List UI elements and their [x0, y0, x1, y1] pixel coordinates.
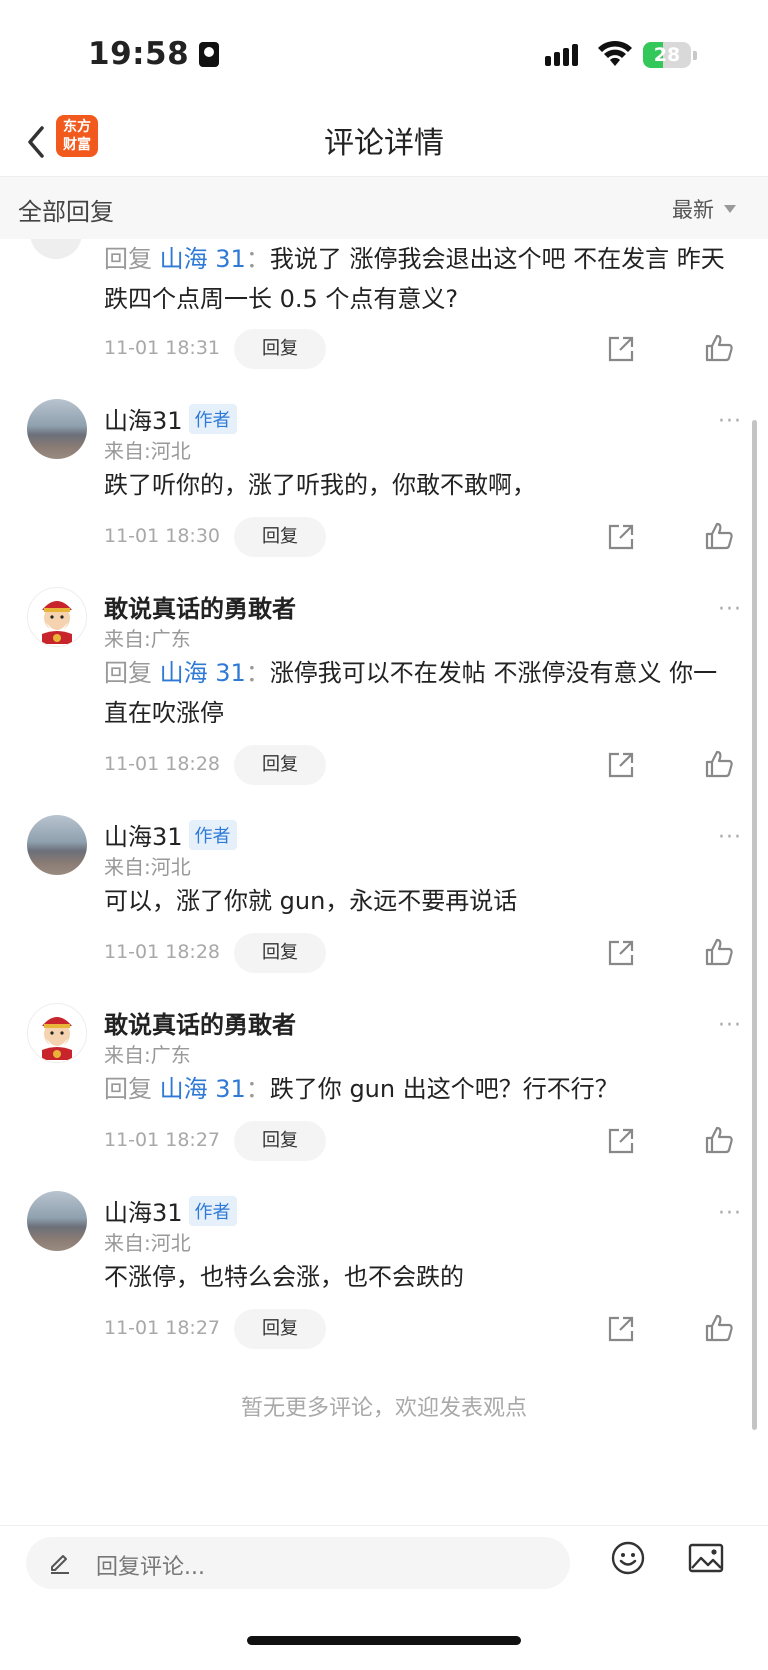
- reply-input-placeholder: 回复评论...: [96, 1555, 205, 1580]
- share-icon[interactable]: [606, 1126, 636, 1156]
- like-icon[interactable]: [704, 937, 734, 967]
- comment-date: 11-01 18:28: [104, 753, 221, 775]
- avatar[interactable]: [27, 1191, 87, 1251]
- comment-date: 11-01 18:27: [104, 1129, 221, 1151]
- status-time: 19:58: [88, 36, 220, 72]
- share-icon[interactable]: [606, 522, 636, 552]
- reply-target-link[interactable]: 山海 31: [160, 1075, 246, 1103]
- comment-text: 可以，涨了你就 gun，永远不要再说话: [104, 887, 518, 915]
- reply-button[interactable]: 回复: [234, 1121, 326, 1161]
- reply-input[interactable]: 回复评论...: [26, 1537, 570, 1589]
- comment-location: 来自:广东: [104, 627, 191, 651]
- no-more-comments-note: 暂无更多评论，欢迎发表观点: [240, 1396, 527, 1421]
- cartoon-avatar-icon: [42, 601, 72, 644]
- more-icon[interactable]: ···: [718, 409, 742, 434]
- more-icon[interactable]: ···: [718, 825, 742, 850]
- author-badge: 作者: [188, 819, 237, 850]
- avatar: [30, 239, 82, 259]
- reply-target-link[interactable]: 山海 31: [160, 659, 246, 687]
- comment-list[interactable]: 回复 山海 31：我说了 涨停我会退出这个吧 不在发言 昨天跌四个点周一长 0.…: [0, 239, 768, 1524]
- bottom-bar: 回复评论...: [0, 1525, 768, 1670]
- like-icon[interactable]: [704, 749, 734, 779]
- comment-meta: 11-01 18:28 回复: [104, 933, 744, 975]
- page-title: 评论详情: [324, 126, 444, 161]
- comment-username[interactable]: 山海31 作者: [104, 817, 237, 852]
- reply-button[interactable]: 回复: [234, 933, 326, 973]
- reply-target-link[interactable]: 山海 31: [160, 245, 246, 273]
- comment-meta: 11-01 18:28 回复: [104, 745, 744, 787]
- filter-bar: 全部回复 最新: [0, 177, 768, 239]
- scrollbar[interactable]: [752, 420, 757, 1430]
- comment-username[interactable]: 山海31 作者: [104, 1193, 237, 1228]
- reply-button[interactable]: 回复: [234, 517, 326, 557]
- cartoon-avatar-icon: [42, 1017, 72, 1060]
- like-icon[interactable]: [704, 1313, 734, 1343]
- more-icon[interactable]: ···: [718, 1013, 742, 1038]
- image-icon[interactable]: [688, 1542, 724, 1574]
- emoji-icon[interactable]: [610, 1540, 646, 1576]
- like-icon[interactable]: [704, 521, 734, 551]
- comment-meta: 11-01 18:27 回复: [104, 1121, 744, 1163]
- share-icon[interactable]: [606, 938, 636, 968]
- wifi-icon: [598, 40, 632, 66]
- comment-username[interactable]: 山海31 作者: [104, 401, 237, 436]
- comment-meta: 11-01 18:30 回复: [104, 517, 744, 559]
- chevron-down-icon: [724, 205, 736, 213]
- more-icon[interactable]: ···: [718, 597, 742, 622]
- status-bar: 19:58 28: [0, 0, 768, 110]
- comment-date: 11-01 18:27: [104, 1317, 221, 1339]
- id-card-icon: [199, 41, 220, 67]
- comment-location: 来自:广东: [104, 1043, 191, 1067]
- comment-text: 跌了听你的，涨了听我的，你敢不敢啊，: [104, 471, 536, 499]
- comment-text: 回复 山海 31：涨停我可以不在发帖 不涨停没有意义 你一直在吹涨停: [104, 659, 718, 727]
- signal-icon: [545, 44, 578, 66]
- comment-username[interactable]: 敢说真话的勇敢者: [104, 589, 296, 624]
- comment-text: 回复 山海 31：跌了你 gun 出这个吧？行不行？: [104, 1075, 619, 1103]
- share-icon[interactable]: [606, 1314, 636, 1344]
- comment-text: 回复 山海 31：我说了 涨停我会退出这个吧 不在发言 昨天跌四个点周一长 0.…: [104, 245, 725, 313]
- comment-location: 来自:河北: [104, 1231, 191, 1255]
- avatar[interactable]: [27, 587, 87, 647]
- share-icon[interactable]: [606, 750, 636, 780]
- share-icon[interactable]: [606, 334, 636, 364]
- comment-date: 11-01 18:31: [104, 337, 221, 359]
- reply-button[interactable]: 回复: [234, 1309, 326, 1349]
- comment-date: 11-01 18:30: [104, 525, 221, 547]
- home-indicator: [247, 1636, 521, 1645]
- comment-meta: 11-01 18:31 回复: [104, 329, 744, 371]
- more-icon[interactable]: ···: [718, 1201, 742, 1226]
- all-replies-label: 全部回复: [18, 198, 114, 226]
- author-badge: 作者: [188, 403, 237, 434]
- reply-button[interactable]: 回复: [234, 745, 326, 785]
- sort-dropdown[interactable]: 最新: [672, 194, 736, 224]
- battery-indicator: 28: [643, 42, 691, 68]
- author-badge: 作者: [188, 1195, 237, 1226]
- comment-location: 来自:河北: [104, 439, 191, 463]
- avatar[interactable]: [27, 815, 87, 875]
- avatar[interactable]: [27, 1003, 87, 1063]
- comment-meta: 11-01 18:27 回复: [104, 1309, 744, 1351]
- pen-icon: [51, 1555, 69, 1574]
- comment-text: 不涨停，也特么会涨，也不会跌的: [104, 1263, 464, 1291]
- like-icon[interactable]: [704, 333, 734, 363]
- comment-location: 来自:河北: [104, 855, 191, 879]
- battery-tip: [693, 51, 697, 60]
- reply-button[interactable]: 回复: [234, 329, 326, 369]
- like-icon[interactable]: [704, 1125, 734, 1155]
- comment-username[interactable]: 敢说真话的勇敢者: [104, 1005, 296, 1040]
- avatar[interactable]: [27, 399, 87, 459]
- comment-date: 11-01 18:28: [104, 941, 221, 963]
- page-header: 东方 财富 评论详情: [0, 110, 768, 177]
